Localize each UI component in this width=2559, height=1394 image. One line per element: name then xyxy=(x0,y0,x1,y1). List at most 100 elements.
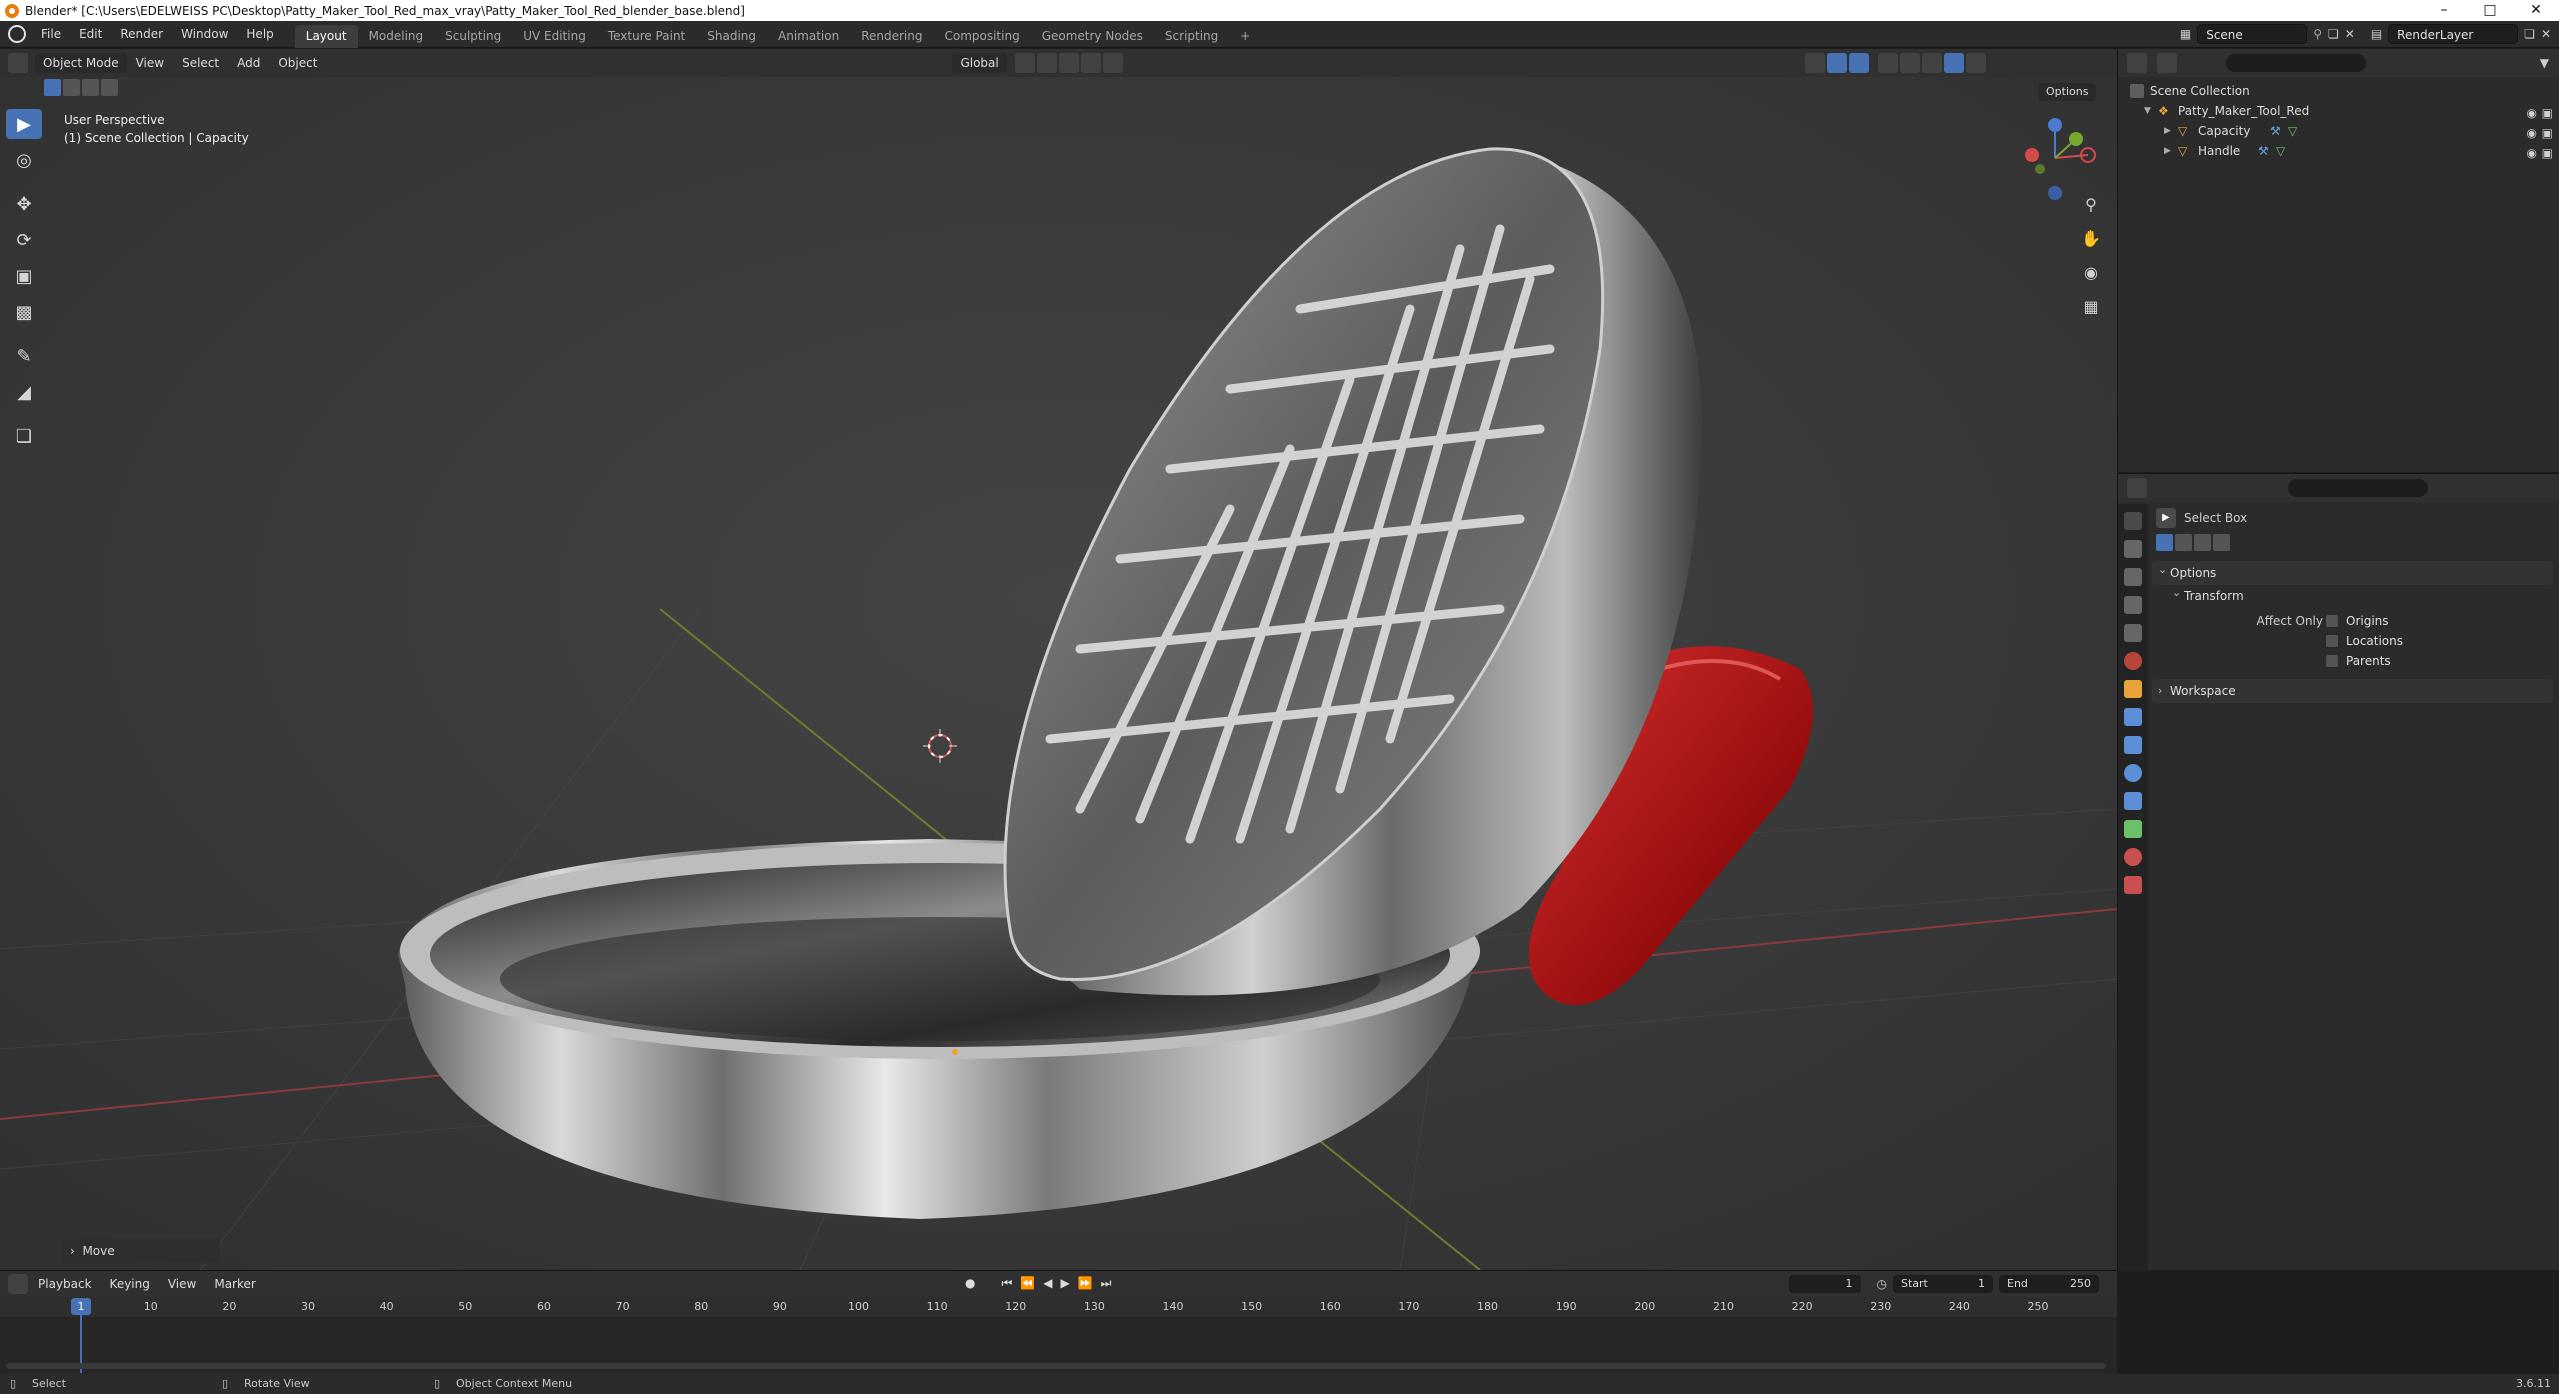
material-shading-icon[interactable] xyxy=(1943,53,1964,73)
cursor-tool-icon[interactable]: ◎ xyxy=(6,145,42,175)
filter-icon[interactable]: ▼ xyxy=(2540,56,2549,70)
tab-compositing[interactable]: Compositing xyxy=(933,25,1030,48)
tab-uv-editing[interactable]: UV Editing xyxy=(512,25,597,48)
ortho-toggle-icon[interactable]: ▦ xyxy=(2077,293,2105,319)
zoom-icon[interactable]: ⚲ xyxy=(2077,191,2105,217)
timeline-scrollbar[interactable] xyxy=(6,1363,2106,1369)
clock-icon[interactable]: ◷ xyxy=(1877,1277,1887,1291)
record-icon[interactable]: ● xyxy=(965,1276,975,1291)
properties-search-input[interactable] xyxy=(2288,479,2428,497)
select-box-tool-icon[interactable]: ▶ xyxy=(6,109,42,139)
delete-scene-icon[interactable]: ✕ xyxy=(2345,27,2355,41)
z-axis-negative-icon[interactable] xyxy=(2048,186,2062,200)
tab-animation[interactable]: Animation xyxy=(767,25,850,48)
menu-select[interactable]: Select xyxy=(173,56,228,70)
tab-sculpting[interactable]: Sculpting xyxy=(434,25,512,48)
timeline-ruler[interactable]: 10 20 30 40 50 60 70 80 90 100 110 120 130 140 150 160 1… xyxy=(0,1297,2117,1317)
tab-shading[interactable]: Shading xyxy=(696,25,767,48)
menu-marker[interactable]: Marker xyxy=(205,1277,264,1291)
outliner-row-capacity[interactable]: ▶ ▽ Capacity ⚒ ▽ ◉ ▣ xyxy=(2118,121,2559,141)
view-layer-selector[interactable]: RenderLayer xyxy=(2388,24,2519,44)
menu-help[interactable]: Help xyxy=(237,21,282,48)
render-camera-icon[interactable]: ▣ xyxy=(2542,123,2553,143)
particles-tab-icon[interactable] xyxy=(2124,736,2142,754)
wireframe-shading-icon[interactable] xyxy=(1899,53,1920,73)
menu-keying[interactable]: Keying xyxy=(101,1277,159,1291)
last-operator-panel[interactable]: › Move xyxy=(62,1239,220,1263)
render-tab-icon[interactable] xyxy=(2124,540,2142,558)
view-layer-tab-icon[interactable] xyxy=(2124,596,2142,614)
menu-edit[interactable]: Edit xyxy=(70,21,111,48)
overlay-toggle-icon[interactable] xyxy=(1848,53,1869,73)
tool-tab-icon[interactable] xyxy=(2124,512,2142,530)
checkbox-locations[interactable]: Locations xyxy=(2150,631,2555,651)
modifier-wrench-icon[interactable]: ⚒ xyxy=(2270,121,2281,141)
viewport-options-button[interactable]: Options xyxy=(2038,83,2097,101)
pan-hand-icon[interactable]: ✋ xyxy=(2077,225,2105,251)
measure-tool-icon[interactable]: ◢ xyxy=(6,377,42,407)
transform-orientation-dropdown[interactable]: Global xyxy=(952,53,1007,73)
next-keyframe-icon[interactable]: ⏩ xyxy=(1078,1276,1093,1291)
play-reverse-icon[interactable]: ◀ xyxy=(1043,1276,1052,1291)
snap-target-icon[interactable] xyxy=(1058,53,1079,73)
object-tab-icon[interactable] xyxy=(2124,680,2142,698)
tab-geometry-nodes[interactable]: Geometry Nodes xyxy=(1031,25,1154,48)
falloff-icon[interactable] xyxy=(1102,53,1123,73)
tab-rendering[interactable]: Rendering xyxy=(850,25,933,48)
x-axis-icon[interactable] xyxy=(2025,148,2039,162)
material-tab-icon[interactable] xyxy=(2124,848,2142,866)
gizmo-toggle-icon[interactable] xyxy=(1826,53,1847,73)
jump-start-icon[interactable]: ⏮ xyxy=(1001,1276,1012,1291)
mesh-data-icon[interactable]: ▽ xyxy=(2288,121,2297,141)
checkbox-origins[interactable]: Affect Only Origins xyxy=(2150,611,2555,631)
expand-arrow-icon[interactable]: ▶ xyxy=(2164,121,2171,141)
select-subtract-icon[interactable] xyxy=(82,79,99,96)
menu-playback[interactable]: Playback xyxy=(29,1277,101,1291)
render-camera-icon[interactable]: ▣ xyxy=(2542,143,2553,163)
add-workspace-button[interactable]: + xyxy=(1229,25,1261,48)
jump-end-icon[interactable]: ⏭ xyxy=(1101,1276,1112,1291)
outliner-row-scene-collection[interactable]: Scene Collection xyxy=(2118,81,2559,101)
start-frame-field[interactable]: Start 1 xyxy=(1893,1275,1993,1293)
outliner-search-input[interactable] xyxy=(2226,54,2366,72)
mesh-data-icon[interactable]: ▽ xyxy=(2276,141,2285,161)
camera-view-icon[interactable]: ◉ xyxy=(2077,259,2105,285)
visibility-eye-icon[interactable]: ◉ xyxy=(2527,103,2537,123)
tab-modeling[interactable]: Modeling xyxy=(358,25,435,48)
solid-shading-icon[interactable] xyxy=(1921,53,1942,73)
new-scene-icon[interactable]: ❏ xyxy=(2328,27,2339,41)
playhead-frame-indicator[interactable]: 1 xyxy=(71,1298,91,1315)
pivot-point-icon[interactable] xyxy=(1014,53,1035,73)
data-tab-icon[interactable] xyxy=(2124,820,2142,838)
visibility-eye-icon[interactable]: ◉ xyxy=(2527,143,2537,163)
checkbox-parents[interactable]: Parents xyxy=(2150,651,2555,671)
maximize-button[interactable]: □ xyxy=(2467,0,2513,21)
new-view-layer-icon[interactable]: ❏ xyxy=(2524,27,2535,41)
snap-icon[interactable] xyxy=(1036,53,1057,73)
modifier-wrench-icon[interactable]: ⚒ xyxy=(2258,141,2269,161)
add-cube-tool-icon[interactable]: ❏ xyxy=(6,421,42,451)
world-tab-icon[interactable] xyxy=(2124,652,2142,670)
scale-tool-icon[interactable]: ▣ xyxy=(6,261,42,291)
output-tab-icon[interactable] xyxy=(2124,568,2142,586)
tab-layout[interactable]: Layout xyxy=(294,24,358,48)
display-mode-icon[interactable] xyxy=(2157,53,2177,73)
minimize-button[interactable]: – xyxy=(2421,0,2467,21)
blender-menu-icon[interactable] xyxy=(8,25,26,43)
origins-checkbox[interactable] xyxy=(2326,615,2338,627)
select-subtract-icon[interactable] xyxy=(2194,534,2211,551)
select-extend-icon[interactable] xyxy=(2175,534,2192,551)
select-new-icon[interactable] xyxy=(44,79,61,96)
y-axis-icon[interactable] xyxy=(2069,132,2083,146)
physics-tab-icon[interactable] xyxy=(2124,764,2142,782)
options-panel-header[interactable]: Options xyxy=(2152,558,2553,585)
outliner-row-handle[interactable]: ▶ ▽ Handle ⚒ ▽ ◉ ▣ xyxy=(2118,141,2559,161)
current-frame-field[interactable]: 1 xyxy=(1788,1275,1861,1293)
end-frame-field[interactable]: End 250 xyxy=(1999,1275,2099,1293)
select-new-icon[interactable] xyxy=(2156,534,2173,551)
rendered-shading-icon[interactable] xyxy=(1965,53,1986,73)
workspace-panel-header[interactable]: Workspace xyxy=(2152,679,2553,703)
xray-toggle-icon[interactable] xyxy=(1877,53,1898,73)
menu-object[interactable]: Object xyxy=(269,56,326,70)
3d-viewport[interactable]: Object Mode View Select Add Object Globa… xyxy=(0,49,2117,1270)
